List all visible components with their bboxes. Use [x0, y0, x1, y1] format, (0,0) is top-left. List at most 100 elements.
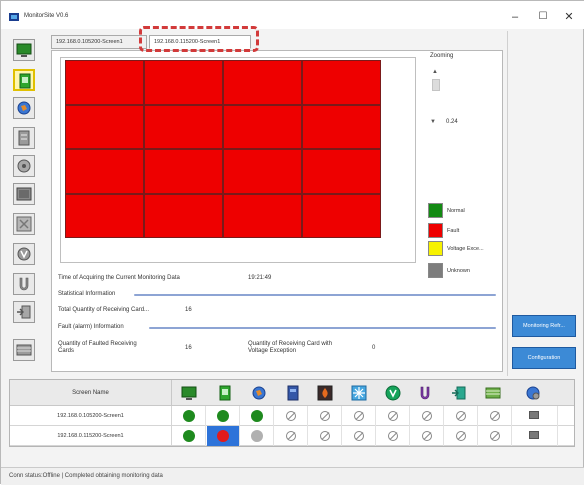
legend-voltage-exception: Voltage Exce...: [428, 241, 508, 257]
statistical-section-title: Statistical Information: [58, 291, 116, 297]
card-green-icon: [19, 73, 31, 89]
not-available-icon: [354, 431, 364, 441]
voltage-exception-value: 0: [372, 345, 376, 351]
monitor-green-icon: [16, 43, 32, 57]
section-divider: [134, 294, 496, 296]
receiving-card-button[interactable]: [13, 69, 35, 91]
minimize-button[interactable]: –: [503, 9, 527, 25]
screen-tabs: 192.168.0.105200-Screen1 192.168.0.11520…: [51, 32, 511, 52]
voltage-exception-label-2: Voltage Exception: [248, 348, 297, 354]
globe-settings-icon: [526, 386, 540, 400]
faulted-cards-value: 16: [185, 345, 192, 351]
not-available-icon: [320, 411, 330, 421]
time-acquired-label: Time of Acquiring the Current Monitoring…: [58, 275, 180, 281]
close-button[interactable]: ✕: [557, 9, 581, 25]
legend-swatch: [428, 263, 443, 278]
screen-status-table: Screen Name 192.168.0.105200-Screen1 192…: [9, 379, 575, 447]
receiving-card-cell[interactable]: [302, 193, 381, 238]
receiving-card-cell[interactable]: [144, 60, 223, 105]
temperature-button[interactable]: [13, 97, 35, 119]
not-available-icon: [286, 411, 296, 421]
voltage-button[interactable]: [13, 243, 35, 265]
receiving-card-cell[interactable]: [302, 104, 381, 149]
monitor-screen-button[interactable]: [13, 39, 35, 61]
tab-screen-1[interactable]: 192.168.0.105200-Screen1: [51, 35, 147, 49]
status-cell-selected[interactable]: [207, 426, 240, 446]
status-cell: [275, 406, 308, 426]
window-title: MonitorSite V0.6: [24, 13, 69, 19]
receiving-card-cell[interactable]: [65, 60, 144, 105]
status-cell: [445, 406, 478, 426]
zoom-slider[interactable]: ▲ ▼: [430, 69, 442, 131]
not-available-icon: [422, 411, 432, 421]
legend-swatch: [428, 223, 443, 238]
title-bar: MonitorSite V0.6 – ☐ ✕: [1, 1, 584, 29]
receiving-card-cell[interactable]: [223, 193, 302, 238]
legend-label: Unknown: [447, 268, 470, 274]
status-unknown-icon: [251, 430, 263, 442]
total-cards-label: Total Quantity of Receiving Card...: [58, 307, 150, 313]
fire-icon: [317, 385, 333, 401]
status-cell: [343, 426, 376, 446]
monitor-small-icon: [529, 431, 539, 439]
screen-name-cell: 192.168.0.105200-Screen1: [10, 406, 172, 426]
not-available-icon: [456, 411, 466, 421]
zoom-up-arrow-icon[interactable]: ▲: [432, 69, 438, 75]
export-button[interactable]: [13, 301, 35, 323]
table-row[interactable]: 192.168.0.115200-Screen1: [10, 426, 574, 446]
monitoring-refresh-button[interactable]: Monitoring Refr...: [512, 315, 576, 337]
zoom-thumb[interactable]: [432, 79, 440, 91]
legend-label: Voltage Exce...: [447, 246, 484, 252]
card-green-icon: [219, 385, 231, 401]
fan-icon: [17, 159, 31, 173]
module-icon: [16, 344, 32, 356]
status-cell: [377, 426, 410, 446]
status-ok-icon: [217, 410, 229, 422]
receiving-card-cell[interactable]: [65, 193, 144, 238]
maximize-button[interactable]: ☐: [531, 9, 555, 25]
receiving-card-cell[interactable]: [223, 104, 302, 149]
receiving-card-cell[interactable]: [65, 149, 144, 194]
section-divider: [149, 327, 496, 329]
legend-normal: Normal: [428, 203, 508, 219]
not-available-icon: [456, 431, 466, 441]
status-fault-icon: [217, 430, 229, 442]
magnet-button[interactable]: [13, 273, 35, 295]
status-cell: [275, 426, 308, 446]
receiving-card-cell[interactable]: [144, 193, 223, 238]
snowflake-icon: [351, 385, 367, 401]
receiving-card-cell[interactable]: [223, 149, 302, 194]
status-cell: [518, 426, 558, 446]
globe-blue-icon: [252, 386, 266, 400]
status-cell: [518, 406, 558, 426]
receiving-card-cell[interactable]: [302, 149, 381, 194]
cabinet-button[interactable]: [13, 127, 35, 149]
status-cell: [411, 406, 444, 426]
legend-swatch: [428, 241, 443, 256]
status-cell: [241, 406, 274, 426]
monitor-small-icon: [529, 411, 539, 419]
status-bar: Conn status:Offline | Completed obtainin…: [1, 467, 584, 485]
module-button[interactable]: [13, 339, 35, 361]
flash-icon: [16, 216, 32, 232]
fan-button[interactable]: [13, 155, 35, 177]
receiving-card-cell[interactable]: [144, 149, 223, 194]
screen-name-header: Screen Name: [10, 380, 172, 406]
receiving-card-cell[interactable]: [302, 60, 381, 105]
magnet-icon: [420, 386, 430, 400]
flash-button[interactable]: [13, 213, 35, 235]
status-cell: [445, 426, 478, 446]
zoom-down-arrow-icon[interactable]: ▼: [430, 119, 436, 125]
receiving-card-cell[interactable]: [223, 60, 302, 105]
status-cell: [479, 406, 512, 426]
cabinet-icon: [18, 130, 30, 146]
configuration-button[interactable]: Configuration: [512, 347, 576, 369]
status-cell: [173, 406, 206, 426]
receiving-card-cell[interactable]: [65, 104, 144, 149]
smoke-button[interactable]: [13, 183, 35, 205]
monitor-green-icon: [181, 386, 197, 400]
zoom-value: 0.24: [446, 119, 458, 125]
receiving-card-cell[interactable]: [144, 104, 223, 149]
legend-label: Normal: [447, 208, 465, 214]
table-row[interactable]: 192.168.0.105200-Screen1: [10, 406, 574, 426]
